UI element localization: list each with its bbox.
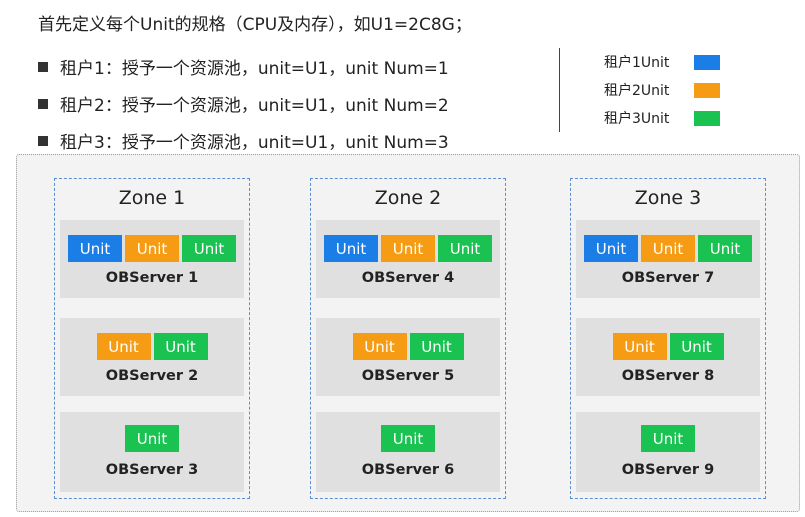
unit-tenant2: Unit xyxy=(125,235,179,262)
zone-3: Zone 3 Unit Unit Unit OBServer 7 Unit Unit … xyxy=(570,178,766,499)
unit-group: Unit xyxy=(316,425,500,452)
unit-tenant3: Unit xyxy=(641,425,695,452)
unit-group: Unit xyxy=(60,425,244,452)
observer-label: OBServer 6 xyxy=(361,462,455,478)
unit-tenant3: Unit xyxy=(438,235,492,262)
zone-2: Zone 2 Unit Unit Unit OBServer 4 Unit Unit … xyxy=(310,178,506,499)
unit-tenant1: Unit xyxy=(584,235,638,262)
legend-divider xyxy=(559,48,560,132)
unit-tenant3: Unit xyxy=(153,333,208,360)
unit-tenant3: Unit xyxy=(381,425,435,452)
square-bullet-icon xyxy=(38,61,48,72)
observer-3: Unit OBServer 3 xyxy=(60,412,244,492)
legend-label: 租户1Unit xyxy=(604,55,670,71)
legend: 租户1Unit 租户2Unit 租户3Unit xyxy=(604,48,720,132)
unit-tenant2: Unit xyxy=(641,235,695,262)
unit-tenant2: Unit xyxy=(352,333,407,360)
square-bullet-icon xyxy=(38,98,48,109)
legend-swatch xyxy=(694,82,720,98)
observer-9: Unit OBServer 9 xyxy=(576,412,760,492)
unit-tenant2: Unit xyxy=(612,333,667,360)
zone-1: Zone 1 Unit Unit Unit OBServer 1 Unit Unit … xyxy=(54,178,250,499)
unit-tenant2: Unit xyxy=(96,333,151,360)
observer-label: OBServer 9 xyxy=(621,462,715,478)
tenant-item: 租户1：授予一个资源池，unit=U1，unit Num=1 xyxy=(38,48,449,85)
observer-label: OBServer 3 xyxy=(105,462,199,478)
unit-tenant3: Unit xyxy=(669,333,724,360)
square-bullet-icon xyxy=(38,135,48,146)
observer-1: Unit Unit Unit OBServer 1 xyxy=(60,220,244,298)
legend-swatch xyxy=(694,54,720,70)
unit-tenant3: Unit xyxy=(409,333,464,360)
zone-title: Zone 2 xyxy=(374,187,442,209)
observer-2: Unit Unit OBServer 2 xyxy=(60,318,244,396)
unit-tenant2: Unit xyxy=(381,235,435,262)
unit-group: Unit Unit Unit xyxy=(316,235,500,262)
tenant-list: 租户1：授予一个资源池，unit=U1，unit Num=1 租户2：授予一个资… xyxy=(38,48,449,159)
observer-5: Unit Unit OBServer 5 xyxy=(316,318,500,396)
unit-group: Unit xyxy=(576,425,760,452)
legend-item: 租户1Unit xyxy=(604,48,720,76)
unit-group: Unit Unit xyxy=(576,333,760,360)
observer-4: Unit Unit Unit OBServer 4 xyxy=(316,220,500,298)
unit-group: Unit Unit Unit xyxy=(60,235,244,262)
legend-item: 租户2Unit xyxy=(604,76,720,104)
unit-tenant3: Unit xyxy=(125,425,179,452)
zone-title: Zone 1 xyxy=(118,187,186,209)
unit-group: Unit Unit Unit xyxy=(576,235,760,262)
tenant-item-text: 租户2：授予一个资源池，unit=U1，unit Num=2 xyxy=(60,96,449,116)
unit-tenant3: Unit xyxy=(698,235,752,262)
tenant-item: 租户2：授予一个资源池，unit=U1，unit Num=2 xyxy=(38,85,449,122)
unit-tenant1: Unit xyxy=(68,235,122,262)
observer-label: OBServer 1 xyxy=(105,270,199,286)
legend-item: 租户3Unit xyxy=(604,104,720,132)
observer-label: OBServer 8 xyxy=(621,368,715,384)
unit-group: Unit Unit xyxy=(316,333,500,360)
tenant-item-text: 租户3：授予一个资源池，unit=U1，unit Num=3 xyxy=(60,133,449,153)
observer-label: OBServer 5 xyxy=(361,368,455,384)
observer-label: OBServer 4 xyxy=(361,270,455,286)
tenant-item-text: 租户1：授予一个资源池，unit=U1，unit Num=1 xyxy=(60,59,449,79)
legend-label: 租户3Unit xyxy=(604,111,670,127)
slide-title: 首先定义每个Unit的规格（CPU及内存），如U1=2C8G； xyxy=(38,15,472,35)
observer-label: OBServer 7 xyxy=(621,270,715,286)
observer-8: Unit Unit OBServer 8 xyxy=(576,318,760,396)
unit-tenant3: Unit xyxy=(182,235,236,262)
unit-tenant1: Unit xyxy=(324,235,378,262)
observer-7: Unit Unit Unit OBServer 7 xyxy=(576,220,760,298)
legend-label: 租户2Unit xyxy=(604,83,670,99)
observer-label: OBServer 2 xyxy=(105,368,199,384)
observer-6: Unit OBServer 6 xyxy=(316,412,500,492)
legend-swatch xyxy=(694,110,720,126)
zone-title: Zone 3 xyxy=(634,187,702,209)
unit-group: Unit Unit xyxy=(60,333,244,360)
